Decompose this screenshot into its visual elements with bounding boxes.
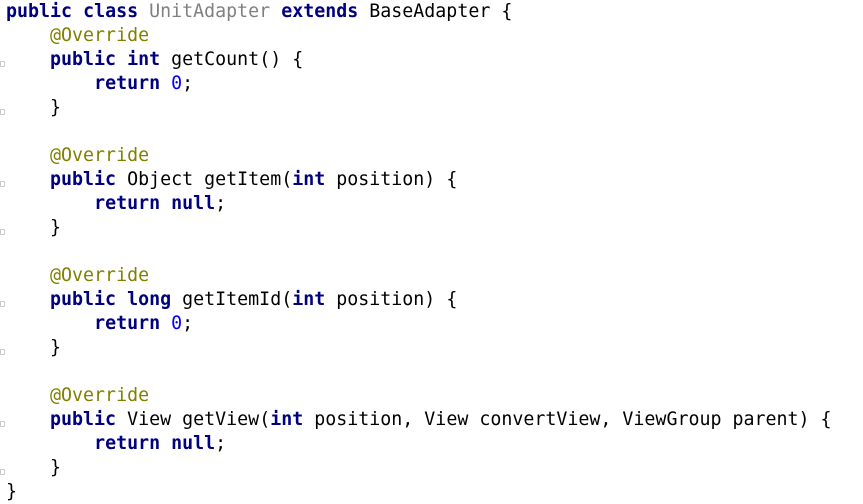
code-line-close: } <box>6 216 863 240</box>
code-line-method-signature: public View getView(int position, View c… <box>50 409 832 430</box>
code-line-annotation: @Override <box>6 384 863 408</box>
code-line-close: } <box>6 456 863 480</box>
keyword-return: return <box>94 193 161 214</box>
fold-marker-icon[interactable] <box>0 469 5 475</box>
class-name: UnitAdapter <box>149 1 271 22</box>
fold-marker-icon[interactable] <box>0 421 5 427</box>
return-type: int <box>127 49 161 70</box>
annotation-override: @Override <box>50 25 150 46</box>
brace-open: { <box>490 1 513 22</box>
code-line-method-signature: public long getItemId(int position) { <box>50 289 458 310</box>
code-line-return: return null; <box>94 433 227 454</box>
method-name: getView <box>182 409 260 430</box>
keyword-public: public <box>50 49 117 70</box>
brace-open: { <box>809 409 832 430</box>
keyword-public: public <box>6 1 73 22</box>
fold-marker-icon[interactable] <box>0 61 5 67</box>
code-line-return: return 0; <box>94 313 194 334</box>
keyword-return: return <box>94 73 161 94</box>
return-type: long <box>127 289 172 310</box>
code-area[interactable]: public class UnitAdapter extends BaseAda… <box>6 0 863 504</box>
brace-open: { <box>435 289 458 310</box>
return-type: View <box>127 409 172 430</box>
brace-close: } <box>50 337 62 358</box>
brace-open: { <box>281 49 304 70</box>
code-line-close: } <box>6 96 863 120</box>
return-value: null <box>171 193 216 214</box>
keyword-public: public <box>50 169 117 190</box>
code-line-annotation: @Override <box>6 144 863 168</box>
param-type-keyword: int <box>292 289 326 310</box>
code-line-method-signature: public int getCount() { <box>6 48 863 72</box>
method-name: getItem <box>204 169 282 190</box>
annotation-override: @Override <box>50 385 150 406</box>
brace-close: } <box>50 457 62 478</box>
brace-open: { <box>435 169 458 190</box>
fold-marker-icon[interactable] <box>0 301 5 307</box>
code-line-method-signature: public Object getItem(int position) { <box>50 169 458 190</box>
method-params: position) <box>325 169 436 190</box>
brace-close: } <box>50 217 62 238</box>
method-name: getCount <box>171 49 260 70</box>
fold-marker-icon[interactable] <box>0 109 5 115</box>
code-line-class-close: } <box>6 480 863 504</box>
fold-marker-icon[interactable] <box>0 181 5 187</box>
code-line-annotation: @Override <box>6 264 863 288</box>
keyword-class: class <box>83 1 139 22</box>
brace-close: } <box>50 97 62 118</box>
code-line-annotation: @Override <box>6 24 863 48</box>
fold-marker-icon[interactable] <box>0 349 5 355</box>
return-value: 0 <box>171 313 183 334</box>
code-line-class-declaration: public class UnitAdapter extends BaseAda… <box>6 0 863 24</box>
keyword-return: return <box>94 433 161 454</box>
method-params: position) <box>325 289 436 310</box>
keyword-return: return <box>94 313 161 334</box>
fold-marker-icon[interactable] <box>0 229 5 235</box>
annotation-override: @Override <box>50 265 150 286</box>
return-value: null <box>171 433 216 454</box>
method-name: getItemId <box>182 289 282 310</box>
method-params: position, View convertView, ViewGroup pa… <box>303 409 810 430</box>
param-type-keyword: int <box>292 169 326 190</box>
method-params: () <box>259 49 282 70</box>
base-class-name: BaseAdapter <box>369 1 491 22</box>
return-value: 0 <box>171 73 183 94</box>
code-editor[interactable]: public class UnitAdapter extends BaseAda… <box>0 0 863 504</box>
brace-close: } <box>6 481 18 502</box>
annotation-override: @Override <box>50 145 150 166</box>
return-type: Object <box>127 169 194 190</box>
keyword-public: public <box>50 289 117 310</box>
code-line-return: return null; <box>94 193 227 214</box>
keyword-extends: extends <box>281 1 359 22</box>
code-line-close: } <box>6 336 863 360</box>
param-type-keyword: int <box>270 409 304 430</box>
code-line-return: return 0; <box>94 73 194 94</box>
keyword-public: public <box>50 409 117 430</box>
